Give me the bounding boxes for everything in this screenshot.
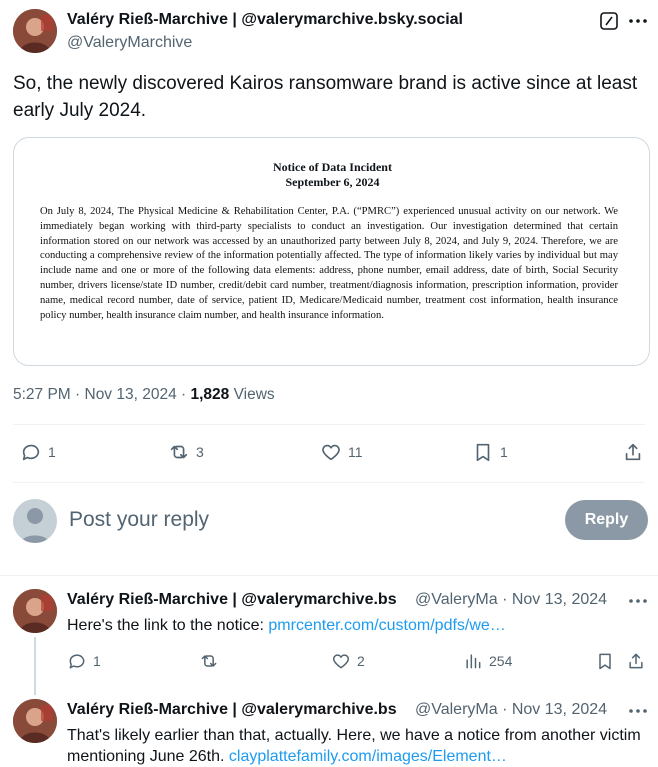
repost-action[interactable]: 3 [168, 441, 204, 463]
author-handle[interactable]: @ValeryMarchive [67, 34, 192, 52]
reply-action[interactable]: 1 [20, 441, 56, 463]
divider [0, 575, 658, 576]
reply-icon [22, 444, 40, 461]
doc-title: Notice of Data Incident [273, 160, 392, 174]
tweet-timestamp[interactable]: 5:27 PM · Nov 13, 2024 · [13, 386, 190, 403]
reply-action[interactable]: 1 [67, 651, 101, 671]
reply-button[interactable]: Reply [565, 500, 648, 540]
divider [13, 424, 645, 425]
reply-handle-date[interactable]: @ValeryMa · Nov 13, 2024 [415, 591, 607, 609]
default-avatar-icon [21, 508, 49, 543]
doc-date: September 6, 2024 [285, 175, 380, 189]
more-options-icon[interactable] [627, 590, 649, 612]
repost-icon [170, 445, 188, 459]
like-count: 2 [357, 653, 365, 669]
share-icon [625, 443, 641, 461]
reply-link[interactable]: pmrcenter.com/custom/pdfs/we… [268, 617, 505, 634]
views-label: Views [229, 386, 275, 403]
reply-count: 1 [93, 653, 101, 669]
reply-author-name[interactable]: Valéry Rieß-Marchive | @valerymarchive.b… [67, 701, 412, 719]
views-action[interactable]: 254 [463, 651, 512, 671]
bookmark-count: 1 [500, 444, 508, 460]
bookmark-icon [476, 443, 490, 462]
author-name[interactable]: Valéry Rieß-Marchive | @valerymarchive.b… [67, 11, 463, 29]
repost-icon [201, 655, 217, 667]
doc-body: On July 8, 2024, The Physical Medicine &… [40, 206, 618, 321]
analytics-icon [466, 654, 481, 669]
reply-text: That's likely earlier than that, actuall… [67, 725, 647, 767]
views-count: 254 [489, 653, 513, 669]
reply-link[interactable]: clayplattefamily.com/images/Element… [229, 748, 507, 765]
heart-icon [322, 444, 340, 461]
repost-action[interactable] [199, 651, 219, 671]
reply-text: Here's the link to the notice: pmrcenter… [67, 615, 647, 636]
like-action[interactable]: 2 [331, 651, 365, 671]
grok-icon[interactable] [598, 10, 620, 32]
repost-count: 3 [196, 444, 204, 460]
bookmark-action[interactable] [595, 651, 615, 671]
heart-icon [332, 654, 350, 669]
reply-author-avatar[interactable] [13, 699, 57, 743]
share-action[interactable] [622, 441, 644, 463]
more-options-icon[interactable] [627, 10, 649, 32]
reply-count: 1 [48, 444, 56, 460]
tweet-meta: 5:27 PM · Nov 13, 2024 · 1,828 Views [13, 386, 275, 404]
reply-input[interactable]: Post your reply [69, 508, 209, 532]
bookmark-icon [599, 653, 611, 670]
tweet-image[interactable]: Notice of Data Incident September 6, 202… [13, 137, 650, 366]
views-count: 1,828 [190, 386, 230, 403]
reply-author-avatar[interactable] [13, 589, 57, 633]
more-options-icon[interactable] [627, 700, 649, 722]
tweet-text: So, the newly discovered Kairos ransomwa… [13, 73, 638, 121]
like-count: 11 [348, 444, 363, 460]
bookmark-action[interactable]: 1 [472, 441, 508, 463]
share-icon [629, 653, 643, 669]
reply-text-body: Here's the link to the notice: [67, 617, 269, 634]
thread-line [34, 637, 36, 695]
reply-author-name[interactable]: Valéry Rieß-Marchive | @valerymarchive.b… [67, 591, 412, 609]
reply-handle-date[interactable]: @ValeryMa · Nov 13, 2024 [415, 701, 607, 719]
divider [13, 482, 645, 483]
share-action[interactable] [626, 651, 646, 671]
user-avatar[interactable] [13, 499, 57, 543]
reply-icon [69, 654, 85, 669]
like-action[interactable]: 11 [320, 441, 363, 463]
author-avatar[interactable] [13, 9, 57, 53]
